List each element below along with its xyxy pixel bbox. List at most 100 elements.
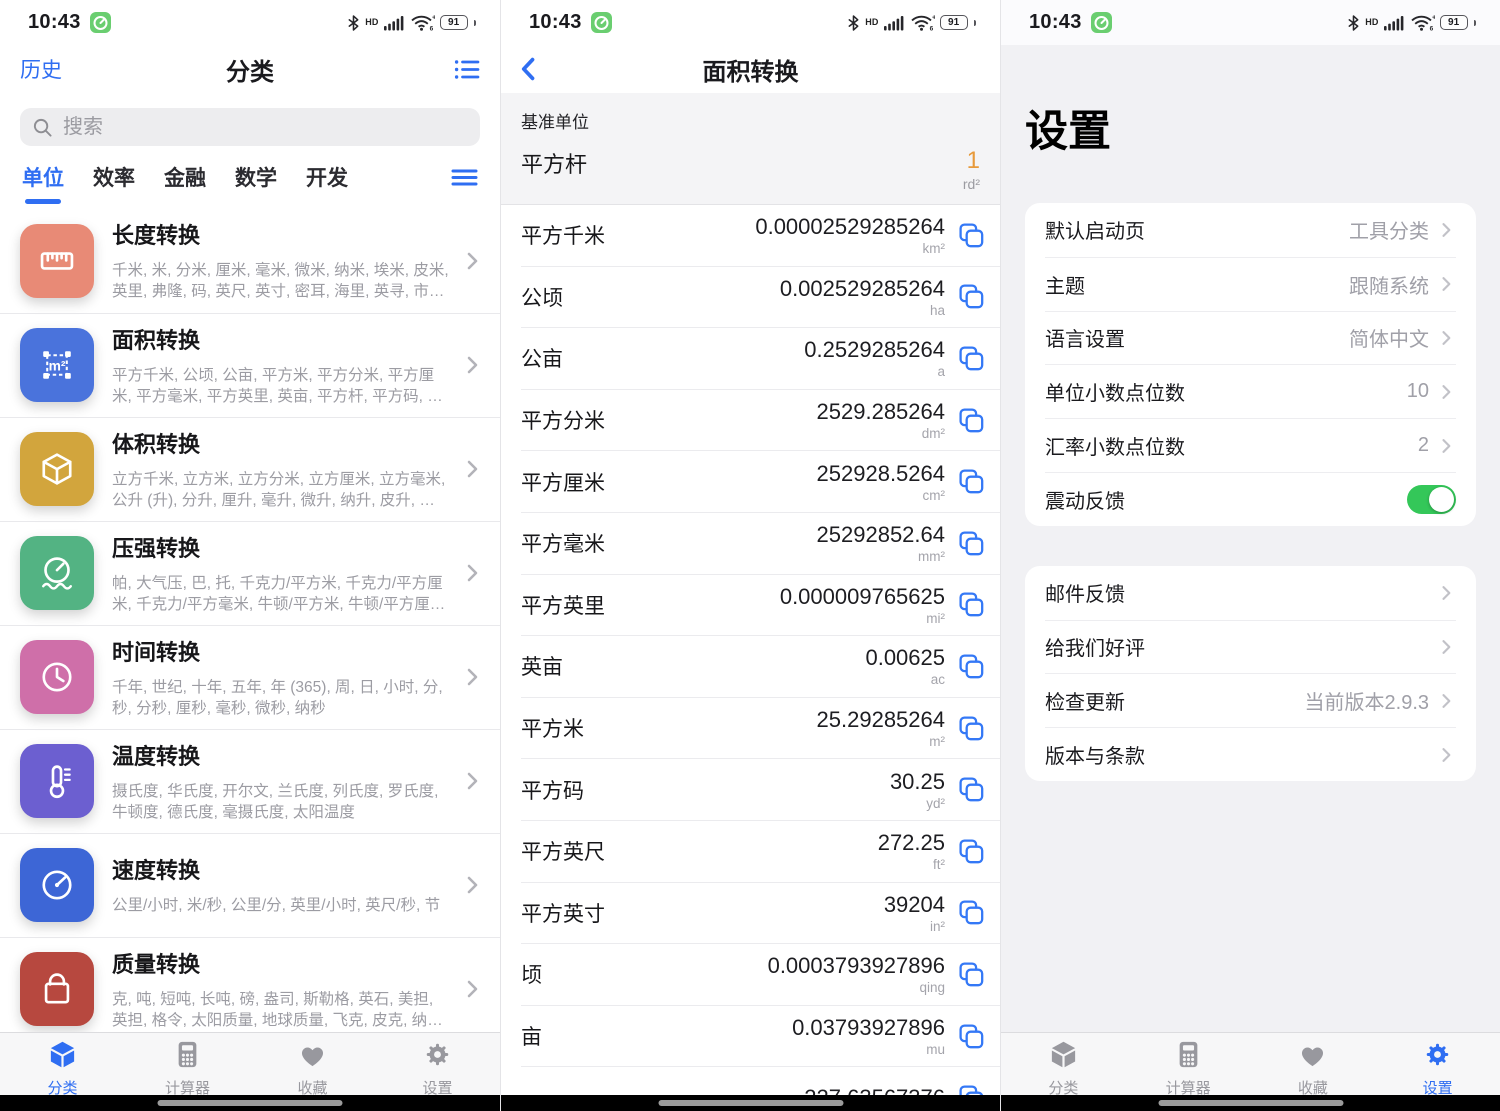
hamburger-menu-icon[interactable] <box>451 164 478 191</box>
category-list-item[interactable]: 长度转换 千米, 米, 分米, 厘米, 毫米, 微米, 纳米, 埃米, 皮米, … <box>0 209 500 313</box>
tab-收藏[interactable]: 收藏 <box>1251 1033 1376 1095</box>
active-tab-underline <box>25 199 61 204</box>
copy-button[interactable] <box>956 836 987 867</box>
settings-row[interactable]: 版本与条款 <box>1045 727 1456 781</box>
copy-button[interactable] <box>956 1021 987 1052</box>
settings-row[interactable]: 单位小数点位数10 <box>1045 364 1456 418</box>
search-bar[interactable] <box>20 108 480 146</box>
copy-button[interactable] <box>956 220 987 251</box>
unit-symbol: yd² <box>890 796 945 811</box>
category-list-item[interactable]: 速度转换 公里/小时, 米/秒, 公里/分, 英里/小时, 英尺/秒, 节 <box>0 833 500 937</box>
unit-symbol: ft² <box>878 857 945 872</box>
conversion-row[interactable]: 英亩 0.00625 ac <box>521 636 1000 698</box>
conversion-row[interactable]: 平方英寸 39204 in² <box>521 883 1000 945</box>
unit-value-group: 25292852.64 mm² <box>817 522 945 564</box>
tab-2[interactable]: 金融 <box>164 162 206 204</box>
category-list-item[interactable]: 体积转换 立方千米, 立方米, 立方分米, 立方厘米, 立方毫米, 公升 (升)… <box>0 417 500 521</box>
copy-button[interactable] <box>956 343 987 374</box>
tab-0[interactable]: 单位 <box>22 162 64 204</box>
copy-button[interactable] <box>956 281 987 312</box>
tab-计算器[interactable]: 计算器 <box>125 1033 250 1095</box>
copy-button[interactable] <box>956 959 987 990</box>
ruler-icon <box>20 224 94 298</box>
svg-text:+: + <box>932 14 935 22</box>
svg-text:+: + <box>432 14 435 22</box>
settings-row[interactable]: 语言设置简体中文 <box>1045 311 1456 365</box>
base-unit-row[interactable]: 平方杆 1 rd² <box>521 147 980 192</box>
clock-time: 10:43 <box>529 11 582 34</box>
back-chevron-icon[interactable] <box>515 55 543 83</box>
svg-text:6: 6 <box>429 26 433 32</box>
copy-button[interactable] <box>956 651 987 682</box>
settings-row[interactable]: 默认启动页工具分类 <box>1045 203 1456 257</box>
copy-button[interactable] <box>956 589 987 620</box>
category-list-item[interactable]: m² 面积转换 平方千米, 公顷, 公亩, 平方米, 平方分米, 平方厘米, 平… <box>0 313 500 417</box>
conversion-row[interactable]: 平方分米 2529.285264 dm² <box>521 390 1000 452</box>
conversion-row[interactable]: 顷 0.0003793927896 qing <box>521 944 1000 1006</box>
category-info: 质量转换 克, 吨, 短吨, 长吨, 磅, 盎司, 斯勒格, 英石, 美担, 英… <box>112 947 450 1032</box>
base-unit-value[interactable]: 1 <box>963 147 980 175</box>
app-timer-icon <box>90 12 111 33</box>
copy-button[interactable] <box>956 405 987 436</box>
tab-3[interactable]: 数学 <box>235 162 277 204</box>
base-unit-name: 平方杆 <box>521 147 963 179</box>
tab-收藏[interactable]: 收藏 <box>250 1033 375 1095</box>
category-title: 速度转换 <box>112 853 450 885</box>
haptic-feedback-toggle[interactable] <box>1407 485 1456 514</box>
conversion-row[interactable]: 平方厘米 252928.5264 cm² <box>521 451 1000 513</box>
svg-text:6: 6 <box>929 26 933 32</box>
settings-row[interactable]: 给我们好评 <box>1045 620 1456 674</box>
settings-row[interactable]: 检查更新当前版本2.9.3 <box>1045 673 1456 727</box>
unit-symbol: in² <box>884 919 945 934</box>
tab-4[interactable]: 开发 <box>306 162 348 204</box>
category-list-item[interactable]: 时间转换 千年, 世纪, 十年, 五年, 年 (365), 周, 日, 小时, … <box>0 625 500 729</box>
copy-button[interactable] <box>956 466 987 497</box>
conversion-row[interactable]: 公顷 0.002529285264 ha <box>521 267 1000 329</box>
gear-icon <box>422 1039 453 1075</box>
category-list-item[interactable]: 压强转换 帕, 大气压, 巴, 托, 千克力/平方米, 千克力/平方厘米, 千克… <box>0 521 500 625</box>
setting-label: 版本与条款 <box>1045 740 1429 769</box>
copy-button[interactable] <box>956 713 987 744</box>
conversion-row[interactable]: 平方英尺 272.25 ft² <box>521 821 1000 883</box>
settings-row[interactable]: 邮件反馈 <box>1045 566 1456 620</box>
home-indicator[interactable] <box>658 1100 843 1106</box>
search-input[interactable] <box>61 115 468 140</box>
copy-button[interactable] <box>956 774 987 805</box>
signal-icon <box>384 15 405 31</box>
category-list-item[interactable]: 质量转换 克, 吨, 短吨, 长吨, 磅, 盎司, 斯勒格, 英石, 美担, 英… <box>0 937 500 1041</box>
copy-button[interactable] <box>956 897 987 928</box>
home-indicator[interactable] <box>158 1100 343 1106</box>
converted-value: 272.25 <box>878 830 945 856</box>
svg-text:6: 6 <box>1429 26 1433 32</box>
conversion-row[interactable]: 平方码 30.25 yd² <box>521 759 1000 821</box>
tab-分类[interactable]: 分类 <box>1001 1033 1126 1095</box>
tab-分类[interactable]: 分类 <box>0 1033 125 1095</box>
bulleted-list-icon[interactable] <box>453 56 480 83</box>
unit-symbol: ac <box>865 672 945 687</box>
setting-label: 检查更新 <box>1045 686 1305 715</box>
tab-计算器[interactable]: 计算器 <box>1126 1033 1251 1095</box>
converted-value: 25.29285264 <box>817 707 945 733</box>
converted-value: 0.0003793927896 <box>768 953 945 979</box>
tab-1[interactable]: 效率 <box>93 162 135 204</box>
home-indicator[interactable] <box>1158 1100 1343 1106</box>
settings-row[interactable]: 震动反馈 <box>1045 472 1456 526</box>
settings-row[interactable]: 主题跟随系统 <box>1045 257 1456 311</box>
conversion-row[interactable]: 公亩 0.2529285264 a <box>521 328 1000 390</box>
conversion-row[interactable]: 平方米 25.29285264 m² <box>521 698 1000 760</box>
settings-row[interactable]: 汇率小数点位数2 <box>1045 418 1456 472</box>
history-link[interactable]: 历史 <box>20 54 62 84</box>
conversion-row[interactable]: 平方毫米 25292852.64 mm² <box>521 513 1000 575</box>
conversion-row-partial[interactable]: 227.63567376 <box>521 1067 1000 1095</box>
category-units-preview: 克, 吨, 短吨, 长吨, 磅, 盎司, 斯勒格, 英石, 美担, 英担, 格令… <box>112 990 450 1032</box>
tab-设置[interactable]: 设置 <box>375 1033 500 1095</box>
copy-button[interactable] <box>956 528 987 559</box>
conversion-row[interactable]: 平方英里 0.000009765625 mi² <box>521 575 1000 637</box>
conversion-row[interactable]: 亩 0.03793927896 mu <box>521 1006 1000 1068</box>
tab-设置[interactable]: 设置 <box>1375 1033 1500 1095</box>
home-indicator-bar <box>0 1095 500 1111</box>
copy-button[interactable] <box>956 1082 987 1095</box>
unit-name: 英亩 <box>521 651 865 681</box>
conversion-row[interactable]: 平方千米 0.00002529285264 km² <box>521 205 1000 267</box>
category-list-item[interactable]: 温度转换 摄氏度, 华氏度, 开尔文, 兰氏度, 列氏度, 罗氏度, 牛顿度, … <box>0 729 500 833</box>
